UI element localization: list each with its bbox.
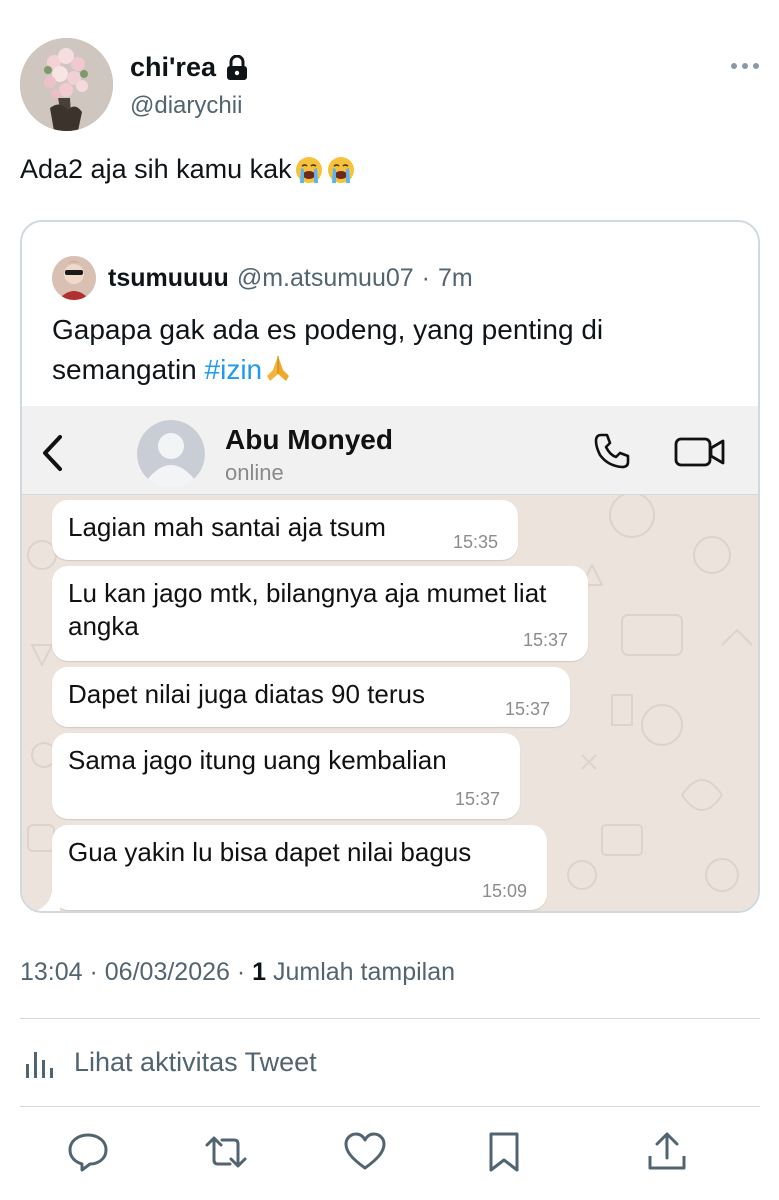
tweet-text-content: Ada2 aja sih kamu kak	[20, 154, 292, 184]
chat-header: Abu Monyed online	[22, 406, 758, 495]
view-activity-link[interactable]: Lihat aktivitas Tweet	[24, 1044, 317, 1080]
tweet-meta: 13:04 · 06/03/2026 · 1 Jumlah tampilan	[20, 958, 455, 987]
message-time: 15:35	[452, 532, 498, 552]
chat-message[interactable]: Lagian mah santai aja tsum 15:35	[52, 500, 518, 560]
quoted-separator: ·	[421, 263, 430, 292]
message-text: Dapet nilai juga diatas 90 terus	[68, 679, 426, 709]
author-name-row: chi'rea	[130, 52, 248, 83]
chat-message[interactable]: Dapet nilai juga diatas 90 terus 15:37	[52, 667, 570, 727]
contact-avatar[interactable]	[137, 420, 205, 488]
chat-message[interactable]: Gua yakin lu bisa dapet nilai bagus 15:0…	[52, 825, 547, 910]
message-time: 15:37	[454, 789, 500, 809]
quoted-author-name[interactable]: tsumuuuu	[108, 264, 229, 293]
message-time: 15:37	[522, 630, 568, 650]
contact-name[interactable]: Abu Monyed	[225, 424, 393, 456]
chat-message[interactable]: Lu kan jago mtk, bilangnya aja mumet lia…	[52, 566, 588, 661]
divider	[20, 1018, 760, 1019]
tweet-text: Ada2 aja sih kamu kak	[20, 154, 356, 185]
share-icon[interactable]	[645, 1130, 689, 1174]
analytics-bar-icon	[26, 1052, 53, 1078]
like-heart-icon[interactable]	[343, 1130, 387, 1174]
chat-message[interactable]: Sama jago itung uang kembalian 15:37	[52, 733, 520, 819]
quoted-tweet[interactable]: tsumuuuu @m.atsumuu07 · 7m Gapapa gak ad…	[20, 220, 760, 913]
quoted-time[interactable]: 7m	[438, 264, 473, 293]
retweet-icon[interactable]	[204, 1130, 248, 1174]
meta-separator: ·	[229, 958, 253, 986]
views-count: 1	[252, 958, 267, 986]
author-handle[interactable]: @diarychii	[130, 92, 242, 120]
folded-hands-icon	[267, 356, 290, 381]
divider	[20, 1106, 760, 1107]
contact-status: online	[225, 460, 284, 485]
message-text: Lagian mah santai aja tsum	[68, 512, 386, 542]
author-display-name[interactable]: chi'rea	[130, 52, 216, 83]
tweet-header: chi'rea @diarychii	[20, 38, 760, 133]
loudly-crying-face-icon	[327, 156, 354, 183]
views-label: Jumlah tampilan	[266, 958, 456, 986]
bubble-tail	[36, 891, 60, 911]
bookmark-icon[interactable]	[482, 1130, 526, 1174]
tweet-actions	[0, 1130, 779, 1180]
message-text: Lu kan jago mtk, bilangnya aja mumet lia…	[68, 578, 547, 641]
more-options-icon[interactable]	[730, 60, 760, 72]
quoted-author-handle[interactable]: @m.atsumuu07	[237, 264, 414, 293]
reply-icon[interactable]	[66, 1130, 110, 1174]
author-avatar[interactable]	[20, 38, 113, 131]
chat-screenshot: Abu Monyed online Lagian mah santai aja …	[22, 406, 758, 911]
message-text: Sama jago itung uang kembalian	[68, 745, 447, 775]
message-time: 15:09	[481, 881, 527, 901]
tweet-time[interactable]: 13:04	[20, 958, 83, 986]
hashtag-link[interactable]: #izin	[205, 354, 263, 385]
message-text: Gua yakin lu bisa dapet nilai bagus	[68, 837, 472, 867]
chat-area: Lagian mah santai aja tsum 15:35 Lu kan …	[22, 495, 758, 911]
message-time: 15:37	[504, 699, 550, 719]
lock-icon	[226, 54, 247, 80]
quoted-tweet-header: tsumuuuu @m.atsumuu07 · 7m	[52, 256, 473, 300]
phone-icon[interactable]	[592, 431, 632, 471]
view-activity-label: Lihat aktivitas Tweet	[74, 1046, 317, 1077]
quoted-text-content: Gapapa gak ada es podeng, yang penting d…	[52, 314, 604, 385]
back-chevron-icon[interactable]	[40, 434, 64, 472]
tweet-date[interactable]: 06/03/2026	[105, 958, 230, 986]
loudly-crying-face-icon	[295, 156, 322, 183]
video-camera-icon[interactable]	[674, 436, 726, 468]
quoted-tweet-text: Gapapa gak ada es podeng, yang penting d…	[52, 310, 732, 390]
meta-separator: ·	[82, 958, 105, 986]
quoted-author-avatar[interactable]	[52, 256, 96, 300]
